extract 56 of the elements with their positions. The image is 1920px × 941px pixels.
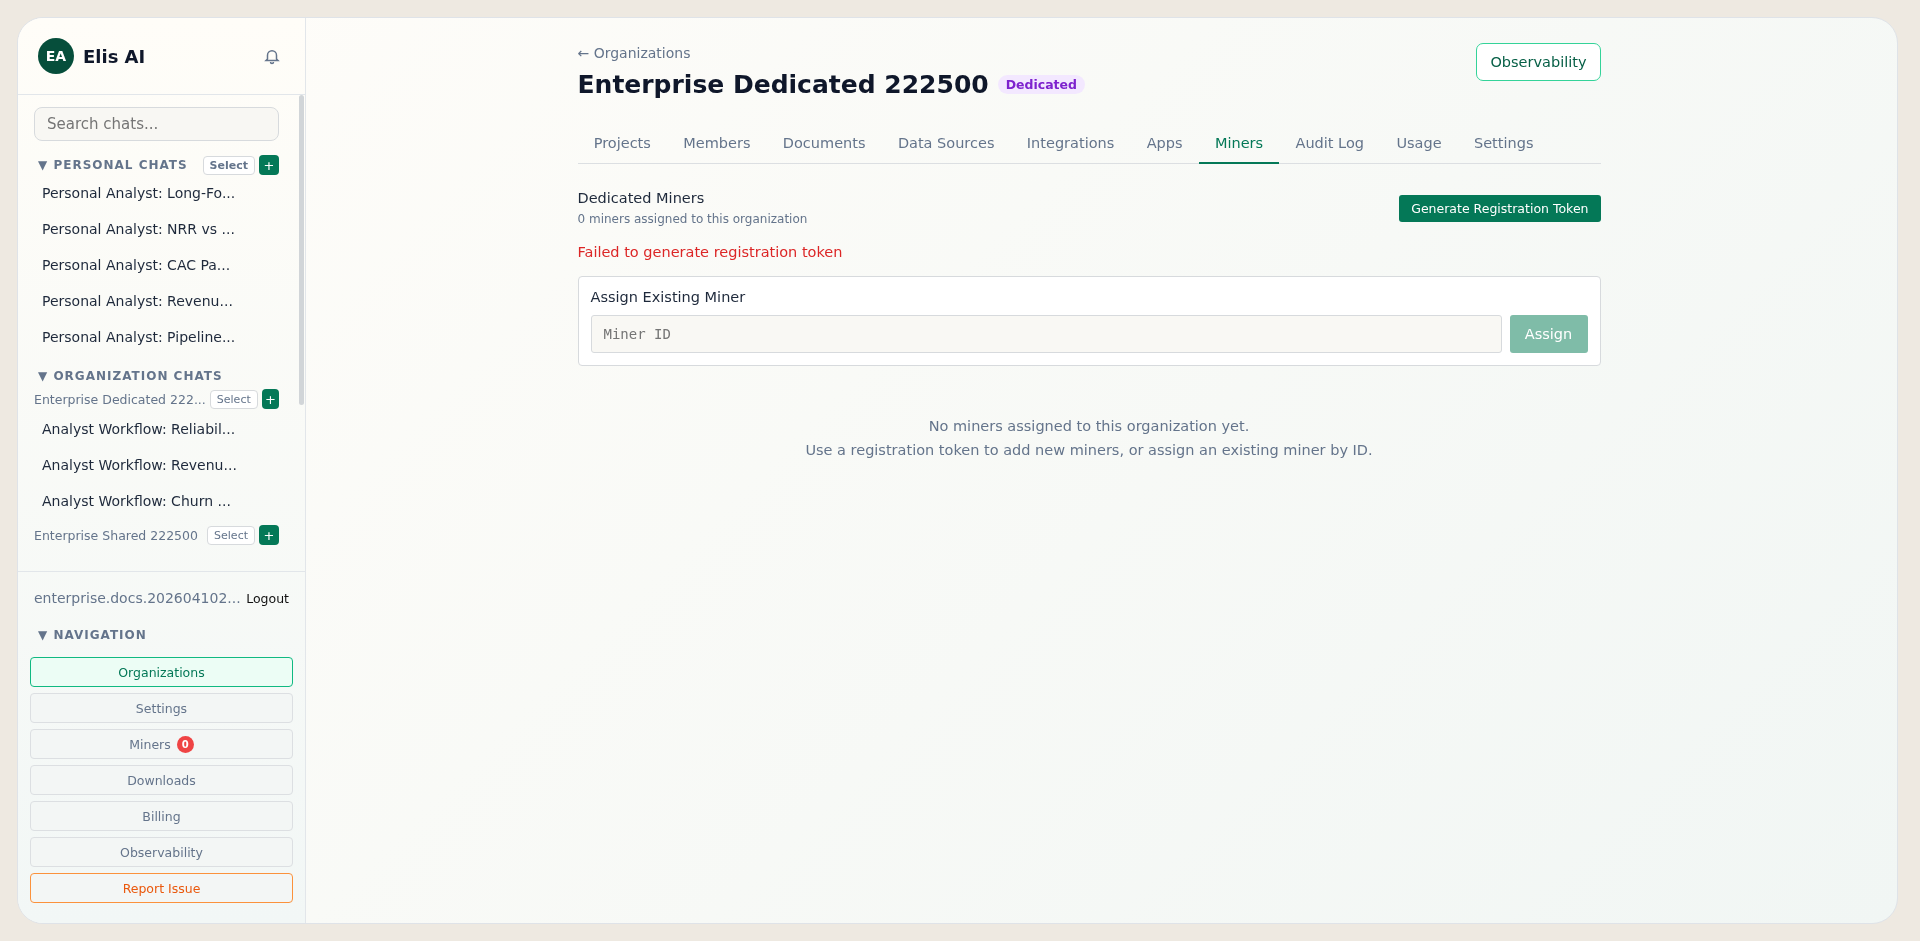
chat-item[interactable]: Personal Analyst: CAC Pa... — [34, 247, 279, 283]
add-button[interactable]: + — [261, 389, 279, 409]
tag: Dedicated — [997, 75, 1086, 94]
brand-name: Elis AI — [83, 45, 147, 67]
nav-button[interactable]: Billing — [30, 801, 293, 831]
search-field[interactable]: Search chats... — [34, 107, 279, 141]
empty-message: Use a registration token to add new miners, or assign an existing miner by ID. — [804, 441, 1374, 460]
nav-button[interactable]: Downloads — [30, 765, 293, 795]
chat-item[interactable]: Personal Analyst: NRR vs ... — [34, 211, 279, 247]
chat-item[interactable]: Analyst Workflow: Revenu... — [34, 447, 279, 483]
tab[interactable]: Documents — [766, 125, 882, 164]
tab[interactable]: Usage — [1380, 125, 1458, 164]
group-name: Enterprise Dedicated 222... — [34, 391, 206, 407]
section-header[interactable]: ▼ NAVIGATION — [38, 628, 147, 642]
select-button[interactable]: Select — [207, 525, 255, 545]
tab[interactable]: Miners — [1198, 125, 1280, 164]
chat-item[interactable]: Personal Analyst: Long-Fo... — [34, 175, 279, 211]
back-link[interactable]: ← Organizations — [577, 45, 691, 61]
tab[interactable]: Members — [667, 125, 767, 164]
section-subtitle: 0 miners assigned to this organization — [577, 212, 808, 226]
nav-button[interactable]: Settings — [30, 693, 293, 723]
nav-label: Miners — [129, 736, 171, 752]
bell-icon[interactable] — [263, 47, 281, 65]
tab[interactable]: Projects — [577, 125, 668, 164]
chat-item[interactable]: Analyst Workflow: Reliabil... — [34, 411, 279, 447]
user-email: enterprise.docs.202604102... — [34, 590, 241, 606]
chat-item[interactable]: Analyst Workflow: Churn ... — [34, 483, 279, 519]
add-button[interactable]: + — [259, 155, 279, 175]
observability-button[interactable]: Observability — [1476, 43, 1601, 81]
group-name: Enterprise Shared 222500 — [34, 527, 199, 543]
nav-button[interactable]: Miners 0 — [30, 729, 293, 759]
tab[interactable]: Integrations — [1010, 125, 1131, 164]
chat-item[interactable]: Personal Analyst: Revenu... — [34, 283, 279, 319]
page-title: Enterprise Dedicated 222500 — [577, 70, 989, 99]
empty-message: No miners assigned to this organization yet. — [927, 417, 1251, 436]
nav-button[interactable]: Report Issue — [30, 873, 293, 903]
scrollbar[interactable] — [299, 95, 304, 405]
add-button[interactable]: + — [259, 525, 279, 545]
tab[interactable]: Audit Log — [1279, 125, 1381, 164]
select-button[interactable]: Select — [202, 155, 255, 175]
tab[interactable]: Settings — [1457, 125, 1550, 164]
tab[interactable]: Data Sources — [881, 125, 1011, 164]
section-header[interactable]: ▼ PERSONAL CHATS — [38, 158, 199, 172]
error-message: Failed to generate registration token — [577, 244, 844, 260]
select-button[interactable]: Select — [209, 389, 258, 409]
nav-button[interactable]: Observability — [30, 837, 293, 867]
section-header[interactable]: ▼ ORGANIZATION CHATS — [38, 369, 279, 383]
logout-button[interactable]: Logout — [246, 590, 289, 606]
chat-item[interactable]: Personal Analyst: Pipeline... — [34, 319, 279, 355]
tab[interactable]: Apps — [1130, 125, 1199, 164]
generate-token-button[interactable]: Generate Registration Token — [1399, 194, 1601, 222]
avatar: EA — [38, 38, 74, 74]
count-badge: 0 — [176, 735, 194, 753]
nav-button[interactable]: Organizations — [30, 657, 293, 687]
panel-title: Assign Existing Miner — [590, 289, 747, 305]
section-title: Dedicated Miners — [577, 190, 706, 206]
